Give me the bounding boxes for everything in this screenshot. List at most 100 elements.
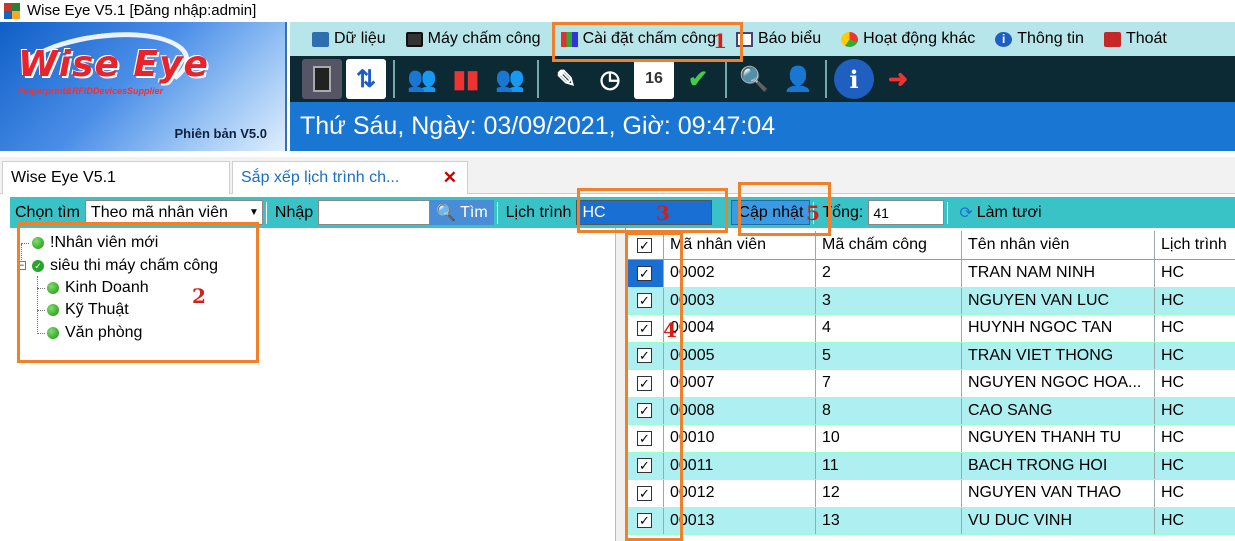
cell-attendance-code: 5 bbox=[816, 342, 962, 369]
refresh-icon: ⟳ bbox=[959, 204, 973, 222]
tab-label: Sắp xếp lịch trình ch... bbox=[241, 169, 400, 186]
logo-brand: Wise Eye bbox=[18, 44, 209, 85]
logo-panel: Wise Eye Fingerprint&RFIDDevicesSupplier… bbox=[0, 22, 287, 151]
toolbar-separator bbox=[725, 60, 727, 98]
edit-icon[interactable]: ✎ bbox=[546, 59, 586, 99]
table-row[interactable]: ✓ 00012 12 NGUYEN VAN THAO HC bbox=[626, 480, 1235, 508]
menu-device[interactable]: Máy chấm công bbox=[396, 26, 551, 52]
cell-schedule: HC bbox=[1161, 346, 1185, 364]
total-value: 41 bbox=[868, 200, 945, 225]
search-button[interactable]: 🔍 Tìm bbox=[430, 200, 494, 225]
app-icon bbox=[3, 2, 21, 20]
annotation-number-4: 4 bbox=[663, 318, 677, 342]
datetime-banner: Thứ Sáu, Ngày: 03/09/2021, Giờ: 09:47:04 bbox=[290, 102, 1235, 151]
annotation-number-3: 3 bbox=[656, 201, 670, 225]
upload-download-icon[interactable]: ⇅ bbox=[346, 59, 386, 99]
users-icon[interactable]: 👥 bbox=[402, 59, 442, 99]
table-row[interactable]: ✓ 00002 2 TRAN NAM NINH HC bbox=[626, 260, 1235, 288]
table-row[interactable]: ✓ 00003 3 NGUYEN VAN LUC HC bbox=[626, 287, 1235, 315]
cell-employee-name: HUYNH NGOC TAN bbox=[962, 315, 1155, 342]
cell-employee-id: 00007 bbox=[664, 370, 816, 397]
cell-attendance-code: 10 bbox=[816, 425, 962, 452]
table-row[interactable]: ✓ 00010 10 NGUYEN THANH TU HC bbox=[626, 425, 1235, 453]
schedule-label: Lịch trình bbox=[505, 203, 572, 221]
cell-employee-id: 00013 bbox=[664, 507, 816, 534]
cell-schedule: HC bbox=[1161, 291, 1185, 309]
cell-schedule: HC bbox=[1161, 511, 1185, 529]
menu-label: Hoạt động khác bbox=[863, 30, 976, 47]
cell-schedule: HC bbox=[1161, 319, 1185, 337]
column-header-employee-name[interactable]: Tên nhân viên bbox=[962, 231, 1155, 259]
cell-attendance-code: 13 bbox=[816, 507, 962, 534]
cell-schedule: HC bbox=[1161, 484, 1185, 502]
close-icon[interactable]: ✕ bbox=[443, 168, 457, 188]
clock-icon[interactable]: ◷ bbox=[590, 59, 630, 99]
tab-label: Wise Eye V5.1 bbox=[11, 169, 116, 186]
tab-schedule[interactable]: Sắp xếp lịch trình ch... ✕ bbox=[232, 161, 468, 194]
annotation-number-5: 5 bbox=[806, 201, 820, 225]
cell-employee-name: CAO SANG bbox=[962, 397, 1155, 424]
filter-separator bbox=[265, 201, 267, 224]
column-header-attendance-code[interactable]: Mã chấm công bbox=[816, 231, 962, 259]
filter-separator bbox=[496, 201, 498, 224]
cell-employee-name: NGUYEN VAN THAO bbox=[962, 480, 1155, 507]
exit-icon bbox=[1103, 31, 1121, 47]
info-icon[interactable]: i bbox=[834, 59, 874, 99]
search-button-label: Tìm bbox=[460, 203, 488, 221]
cell-attendance-code: 11 bbox=[816, 452, 962, 479]
cell-employee-id: 00012 bbox=[664, 480, 816, 507]
version-label: Phiên bản V5.0 bbox=[174, 126, 267, 141]
cell-employee-id: 00002 bbox=[664, 260, 816, 287]
cell-employee-id: 00008 bbox=[664, 397, 816, 424]
table-row[interactable]: ✓ 00008 8 CAO SANG HC bbox=[626, 397, 1235, 425]
bar-chart-icon[interactable]: ▮▮ bbox=[446, 59, 486, 99]
annotation-number-2: 2 bbox=[192, 284, 206, 308]
table-row[interactable]: ✓ 00004 4 HUYNH NGOC TAN HC bbox=[626, 315, 1235, 343]
calendar-icon[interactable]: 16 bbox=[634, 59, 674, 99]
tab-home[interactable]: Wise Eye V5.1 bbox=[2, 161, 230, 194]
table-row[interactable]: ✓ 00011 11 BACH TRONG HOI HC bbox=[626, 452, 1235, 480]
checklist-icon[interactable]: ✔ bbox=[678, 59, 718, 99]
table-row[interactable]: ✓ 00007 7 NGUYEN NGOC HOA... HC bbox=[626, 370, 1235, 398]
menu-activity[interactable]: Hoạt động khác bbox=[831, 26, 985, 52]
toolbar-separator bbox=[393, 60, 395, 98]
cell-employee-name: BACH TRONG HOI bbox=[962, 452, 1155, 479]
refresh-button[interactable]: ⟳ Làm tươi bbox=[951, 200, 1047, 225]
menu-label: Báo biểu bbox=[757, 30, 822, 47]
cell-employee-name: NGUYEN VAN LUC bbox=[962, 287, 1155, 314]
info-icon: i bbox=[995, 31, 1013, 47]
fingerprint-device-icon[interactable] bbox=[302, 59, 342, 99]
filter-separator bbox=[947, 201, 949, 224]
column-header-schedule[interactable]: Lịch trình bbox=[1155, 231, 1235, 259]
table-row[interactable]: ✓ 00013 13 VU DUC VINH HC bbox=[626, 507, 1235, 535]
annotation-box-4 bbox=[625, 232, 683, 541]
cell-employee-id: 00011 bbox=[664, 452, 816, 479]
activity-icon bbox=[841, 31, 859, 47]
cell-attendance-code: 7 bbox=[816, 370, 962, 397]
cell-schedule: HC bbox=[1161, 429, 1185, 447]
cell-employee-id: 00003 bbox=[664, 287, 816, 314]
cell-employee-name: TRAN NAM NINH bbox=[962, 260, 1155, 287]
logo-tagline: Fingerprint&RFIDDevicesSupplier bbox=[18, 86, 164, 96]
toolbar-separator bbox=[537, 60, 539, 98]
menu-info[interactable]: i Thông tin bbox=[985, 26, 1094, 52]
menu-data[interactable]: Dữ liệu bbox=[302, 26, 396, 52]
refresh-button-label: Làm tươi bbox=[976, 203, 1042, 221]
cell-employee-id: 00010 bbox=[664, 425, 816, 452]
cell-employee-id: 00005 bbox=[664, 342, 816, 369]
cell-employee-id: 00004 bbox=[664, 315, 816, 342]
menu-label: Dữ liệu bbox=[334, 30, 386, 47]
report-search-icon[interactable]: 🔍 bbox=[734, 59, 774, 99]
menu-exit[interactable]: Thoát bbox=[1094, 26, 1177, 52]
device-icon bbox=[405, 31, 423, 47]
group-icon[interactable]: 👥 bbox=[490, 59, 530, 99]
exit-icon[interactable]: ➜ bbox=[878, 59, 918, 99]
user-settings-icon[interactable]: 👤 bbox=[778, 59, 818, 99]
window-titlebar: Wise Eye V5.1 [Đăng nhập:admin] bbox=[0, 0, 1235, 21]
table-row[interactable]: ✓ 00005 5 TRAN VIET THONG HC bbox=[626, 342, 1235, 370]
cell-schedule: HC bbox=[1161, 456, 1185, 474]
search-input[interactable] bbox=[318, 200, 431, 225]
input-label: Nhập bbox=[274, 203, 314, 221]
chevron-down-icon: ▼ bbox=[249, 207, 259, 218]
cell-schedule: HC bbox=[1161, 401, 1185, 419]
